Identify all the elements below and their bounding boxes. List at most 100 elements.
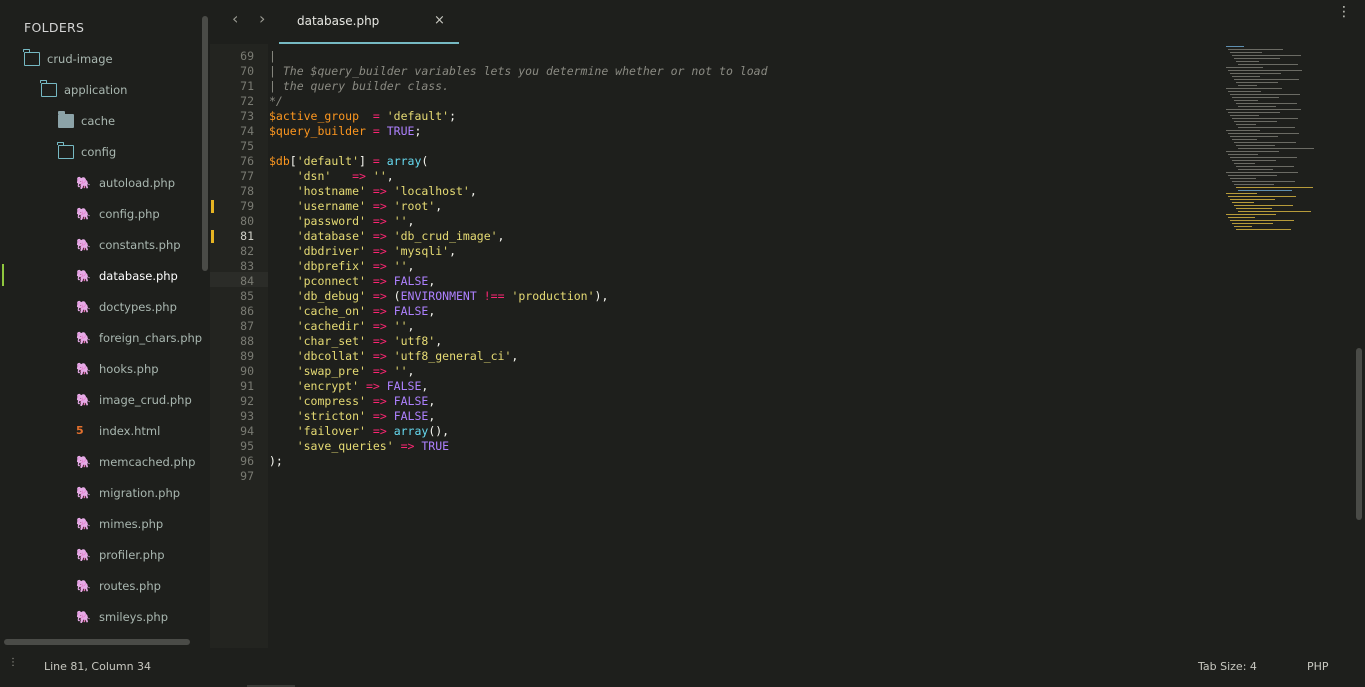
php-file-icon: 🐘 bbox=[76, 331, 91, 345]
sidebar-file-item[interactable]: 🐘 profiler.php bbox=[76, 545, 165, 565]
minimap-line bbox=[1234, 58, 1280, 59]
sidebar-file-item[interactable]: 🐘 constants.php bbox=[76, 235, 181, 255]
sidebar: FOLDERS crud-image application cache config… bbox=[0, 0, 210, 648]
sidebar-item-label: smileys.php bbox=[99, 610, 168, 624]
code-line[interactable]: 'pconnect' => FALSE, bbox=[269, 274, 436, 289]
code-line[interactable]: $active_group = 'default'; bbox=[269, 109, 456, 124]
folder-icon bbox=[58, 111, 74, 128]
sidebar-file-item[interactable]: 🐘 foreign_chars.php bbox=[76, 328, 202, 348]
folder-open-icon bbox=[23, 49, 40, 66]
code-line[interactable]: $query_builder = TRUE; bbox=[269, 124, 421, 139]
sidebar-vertical-scrollbar[interactable] bbox=[202, 16, 208, 271]
minimap-line bbox=[1228, 49, 1283, 50]
code-line[interactable]: 'save_queries' => TRUE bbox=[269, 439, 449, 454]
minimap-line bbox=[1232, 118, 1298, 119]
sidebar-file-item[interactable]: 🐘 doctypes.php bbox=[76, 297, 177, 317]
sidebar-file-item[interactable]: 🐘 smileys.php bbox=[76, 607, 168, 627]
sidebar-folder-item[interactable]: application bbox=[40, 80, 127, 100]
sidebar-item-label: index.html bbox=[99, 424, 161, 438]
minimap-line bbox=[1230, 178, 1256, 179]
panel-toggle-icon[interactable]: ⋮ bbox=[8, 658, 18, 668]
line-number: 78 bbox=[240, 184, 254, 198]
code-line[interactable]: 'dbcollat' => 'utf8_general_ci', bbox=[269, 349, 519, 364]
code-line[interactable]: | The $query_builder variables lets you … bbox=[269, 64, 768, 79]
back-arrow-icon[interactable]: ‹ bbox=[232, 9, 238, 28]
sidebar-file-item[interactable]: 5 index.html bbox=[76, 421, 160, 441]
code-line[interactable]: 'char_set' => 'utf8', bbox=[269, 334, 442, 349]
code-line[interactable]: 'database' => 'db_crud_image', bbox=[269, 229, 505, 244]
sidebar-folder-item[interactable]: config bbox=[57, 142, 117, 162]
tab-label: database.php bbox=[297, 14, 380, 28]
cursor-position[interactable]: Line 81, Column 34 bbox=[44, 660, 151, 673]
code-line[interactable]: ); bbox=[269, 454, 283, 469]
code-line[interactable]: */ bbox=[269, 94, 283, 109]
code-editor[interactable]: | | The $query_builder variables lets you… bbox=[268, 44, 1218, 648]
line-number: 72 bbox=[240, 94, 254, 108]
code-line[interactable]: 'username' => 'root', bbox=[269, 199, 442, 214]
sidebar-file-item[interactable]: 🐘 routes.php bbox=[76, 576, 161, 596]
editor-vertical-scrollbar[interactable] bbox=[1356, 348, 1362, 520]
sidebar-item-label: config.php bbox=[99, 207, 160, 221]
code-line[interactable]: 'password' => '', bbox=[269, 214, 415, 229]
sidebar-folder-item[interactable]: cache bbox=[58, 111, 115, 131]
code-line[interactable]: 'encrypt' => FALSE, bbox=[269, 379, 429, 394]
forward-arrow-icon[interactable]: › bbox=[259, 9, 265, 28]
sidebar-file-item[interactable]: 🐘 config.php bbox=[76, 204, 160, 224]
minimap-line bbox=[1236, 61, 1259, 62]
line-number: 69 bbox=[240, 49, 254, 63]
code-line[interactable]: | the query builder class. bbox=[269, 79, 449, 94]
code-line[interactable]: 'cachedir' => '', bbox=[269, 319, 415, 334]
sidebar-horizontal-scrollbar[interactable] bbox=[4, 639, 190, 645]
syntax-indicator[interactable]: PHP bbox=[1307, 660, 1329, 673]
sidebar-folder-item[interactable]: crud-image bbox=[23, 49, 113, 69]
minimap-line bbox=[1238, 127, 1295, 128]
code-line[interactable]: 'db_debug' => (ENVIRONMENT !== 'producti… bbox=[269, 289, 609, 304]
sidebar-item-label: routes.php bbox=[99, 579, 161, 593]
minimap-line bbox=[1238, 190, 1292, 191]
sidebar-file-item[interactable]: 🐘 mimes.php bbox=[76, 514, 163, 534]
minimap-line bbox=[1232, 160, 1276, 161]
code-line[interactable]: 'dsn' => '', bbox=[269, 169, 394, 184]
code-line[interactable]: 'swap_pre' => '', bbox=[269, 364, 415, 379]
code-line[interactable]: 'cache_on' => FALSE, bbox=[269, 304, 436, 319]
minimap-line bbox=[1226, 46, 1244, 47]
minimap-line bbox=[1234, 184, 1274, 185]
close-icon[interactable]: × bbox=[434, 13, 445, 28]
sidebar-file-item[interactable]: 🐘 memcached.php bbox=[76, 452, 195, 472]
minimap[interactable] bbox=[1222, 44, 1332, 244]
php-file-icon: 🐘 bbox=[76, 238, 91, 252]
minimap-line bbox=[1238, 169, 1273, 170]
minimap-line bbox=[1230, 136, 1278, 137]
code-line[interactable]: 'dbprefix' => '', bbox=[269, 259, 415, 274]
code-line[interactable]: 'failover' => array(), bbox=[269, 424, 449, 439]
sidebar-file-item[interactable]: 🐘 database.php bbox=[76, 266, 178, 286]
minimap-line bbox=[1228, 70, 1302, 71]
line-number: 85 bbox=[240, 289, 254, 303]
tab-database-php[interactable]: database.php × bbox=[279, 0, 459, 44]
modified-line-marker bbox=[211, 230, 214, 243]
code-line[interactable]: 'hostname' => 'localhost', bbox=[269, 184, 477, 199]
sidebar-item-label: constants.php bbox=[99, 238, 181, 252]
more-options-icon[interactable]: ⋮ bbox=[1337, 5, 1351, 19]
tab-size-indicator[interactable]: Tab Size: 4 bbox=[1198, 660, 1257, 673]
line-number: 96 bbox=[240, 454, 254, 468]
minimap-line bbox=[1232, 55, 1301, 56]
line-number: 74 bbox=[240, 124, 254, 138]
code-line[interactable]: | bbox=[269, 49, 276, 64]
line-number: 75 bbox=[240, 139, 254, 153]
code-line[interactable]: 'compress' => FALSE, bbox=[269, 394, 436, 409]
minimap-line bbox=[1236, 229, 1291, 230]
sidebar-file-item[interactable]: 🐘 hooks.php bbox=[76, 359, 159, 379]
sidebar-file-item[interactable]: 🐘 migration.php bbox=[76, 483, 180, 503]
code-line[interactable]: $db['default'] = array( bbox=[269, 154, 428, 169]
sidebar-file-item[interactable]: 🐘 image_crud.php bbox=[76, 390, 192, 410]
minimap-line bbox=[1228, 154, 1258, 155]
minimap-line bbox=[1234, 226, 1252, 227]
line-number-gutter: 69 70 71 72 73 74 75 76 77 78 79 80 81 82 83 84 85 86 87 88… bbox=[210, 44, 268, 648]
sidebar-item-label: config bbox=[81, 145, 117, 159]
code-line[interactable]: 'stricton' => FALSE, bbox=[269, 409, 436, 424]
sidebar-file-item[interactable]: 🐘 autoload.php bbox=[76, 173, 175, 193]
minimap-line bbox=[1228, 133, 1299, 134]
code-line[interactable]: 'dbdriver' => 'mysqli', bbox=[269, 244, 456, 259]
folder-open-icon bbox=[40, 80, 57, 97]
